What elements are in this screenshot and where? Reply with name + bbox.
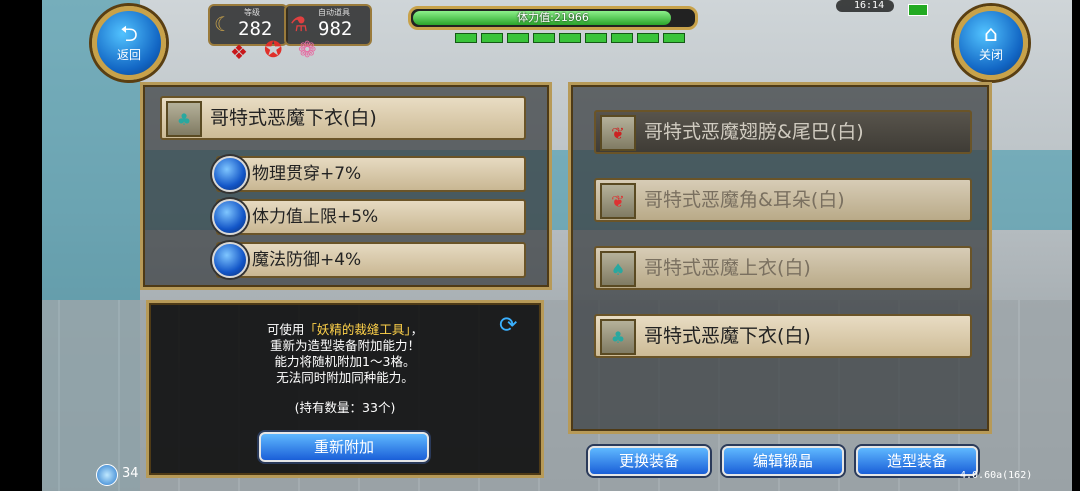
edit-forge-button[interactable]: 编辑锻晶: [722, 446, 844, 476]
stamina-segment: [533, 33, 555, 43]
equipment-row-horns[interactable]: ❦ 哥特式恶魔角&耳朵(白): [594, 178, 972, 222]
auto-item-caption: 自动道具: [318, 8, 350, 17]
home-icon: ⌂: [984, 21, 998, 47]
stamina-text: 体力值:21966: [517, 11, 589, 24]
left-screen-edge: [0, 0, 42, 491]
ability-slot-3: 魔法防御+4%: [212, 242, 526, 278]
level-emblem-icon: ☾: [214, 12, 232, 36]
equipment-label: 哥特式恶魔上衣(白): [644, 257, 811, 279]
selected-item-label: 哥特式恶魔下衣(白): [210, 107, 377, 129]
upper-garment-icon: ♠: [600, 251, 636, 287]
back-button[interactable]: ⮌ 返回: [92, 6, 166, 80]
medal-icon[interactable]: ✪: [264, 38, 282, 63]
level-value: 282: [238, 18, 273, 40]
network-icon[interactable]: [96, 464, 118, 486]
ability-label: 体力值上限+5%: [252, 207, 379, 227]
gift-icon[interactable]: ❁: [298, 38, 316, 63]
horns-ears-icon: ❦: [600, 183, 636, 219]
ability-orb-icon: [212, 199, 248, 235]
stamina-segment: [559, 33, 581, 43]
ability-orb-icon: [212, 242, 248, 278]
equipment-label: 哥特式恶魔角&耳朵(白): [644, 189, 845, 211]
stamina-segment: [663, 33, 685, 43]
stamina-segments: [455, 33, 685, 43]
equipment-row-bottom[interactable]: ♣ 哥特式恶魔下衣(白): [594, 314, 972, 358]
reattach-button[interactable]: 重新附加: [259, 432, 429, 462]
equipment-row-wings[interactable]: ❦ 哥特式恶魔翅膀&尾巴(白): [594, 110, 972, 154]
red-gem-icon[interactable]: ❖: [230, 40, 248, 64]
info-line-4: 无法同时附加同种能力。: [276, 370, 414, 385]
ability-slot-1: 物理贯穿+7%: [212, 156, 526, 192]
level-caption: 等级: [244, 8, 260, 17]
stamina-segment: [611, 33, 633, 43]
potion-icon: ⚗: [290, 12, 308, 36]
stamina-segment: [481, 33, 503, 43]
close-button-label: 关闭: [978, 47, 1003, 62]
selected-item-row[interactable]: ♣ 哥特式恶魔下衣(白): [160, 96, 526, 140]
equipment-label: 哥特式恶魔下衣(白): [644, 325, 811, 347]
ability-label: 物理贯穿+7%: [252, 164, 362, 184]
wings-tail-icon: ❦: [600, 115, 636, 151]
ability-orb-icon: [212, 156, 248, 192]
lower-garment-icon: ♣: [166, 101, 202, 137]
close-button[interactable]: ⌂ 关闭: [954, 6, 1028, 80]
ability-slot-2: 体力值上限+5%: [212, 199, 526, 235]
stamina-segment: [455, 33, 477, 43]
equipment-label: 哥特式恶魔翅膀&尾巴(白): [644, 121, 864, 143]
auto-item-value: 982: [318, 18, 353, 40]
stamina-bar: 体力值:21966: [408, 6, 698, 30]
back-arrow-icon: ⮌: [120, 21, 138, 47]
lower-garment-icon: ♣: [600, 319, 636, 355]
stamina-segment: [585, 33, 607, 43]
ability-label: 魔法防御+4%: [252, 250, 362, 270]
counter-text: 34: [122, 466, 139, 481]
back-button-label: 返回: [116, 47, 141, 62]
refresh-icon[interactable]: ⟳: [499, 313, 517, 338]
holding-count: (持有数量：33个): [294, 400, 396, 415]
stamina-segment: [507, 33, 529, 43]
version-text: 4.0.60a(162): [960, 470, 1033, 481]
right-screen-edge: [1072, 0, 1080, 491]
stamina-segment: [637, 33, 659, 43]
equipment-row-top[interactable]: ♠ 哥特式恶魔上衣(白): [594, 246, 972, 290]
clock-text: 16:14: [854, 0, 885, 11]
battery-icon: [908, 4, 928, 16]
change-equipment-button[interactable]: 更换装备: [588, 446, 710, 476]
clock-box: 16:14: [836, 0, 894, 12]
